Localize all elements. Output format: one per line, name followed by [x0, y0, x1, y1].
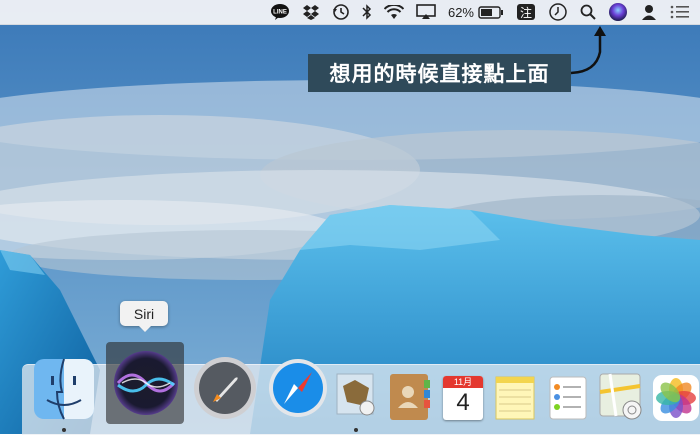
clock-icon[interactable] [548, 0, 568, 24]
contacts-icon[interactable] [388, 372, 432, 424]
finder-running-indicator [62, 428, 66, 432]
wifi-icon[interactable] [383, 0, 404, 24]
calendar-day: 4 [456, 389, 470, 416]
line-icon[interactable]: LINE [270, 0, 290, 24]
bluetooth-icon[interactable] [362, 0, 372, 24]
mail-icon[interactable] [335, 372, 377, 418]
photos-icon[interactable] [652, 374, 700, 422]
annotation-callout: 想用的時候直接點上面 [308, 54, 571, 92]
time-machine-icon[interactable] [332, 0, 350, 24]
spotlight-icon[interactable] [580, 0, 596, 24]
dropbox-icon[interactable] [302, 0, 320, 24]
siri-dock-icon[interactable] [112, 349, 180, 417]
input-method-icon[interactable]: 注 [516, 0, 536, 24]
battery-percent: 62% [447, 4, 474, 20]
maps-icon[interactable] [598, 372, 646, 422]
battery-status[interactable]: 62% [448, 0, 504, 24]
annotation-arrow [570, 26, 606, 75]
airplay-icon[interactable] [416, 0, 436, 24]
svg-text:LINE: LINE [273, 10, 287, 16]
safari-icon[interactable] [268, 358, 328, 418]
user-icon[interactable] [640, 0, 658, 24]
mail-running-indicator [354, 428, 358, 432]
calendar-month: 11月 [443, 376, 483, 388]
reminders-icon[interactable] [548, 375, 588, 421]
battery-icon [478, 5, 503, 19]
notes-icon[interactable] [494, 375, 536, 421]
calendar-icon[interactable]: 11月 4 [443, 376, 483, 420]
siri-icon[interactable] [608, 0, 628, 24]
finder-icon[interactable] [33, 358, 95, 420]
svg-text:注: 注 [520, 5, 532, 20]
dock-tooltip: Siri [120, 301, 168, 332]
launchpad-icon[interactable] [193, 356, 257, 420]
notification-center-icon[interactable] [670, 0, 690, 24]
